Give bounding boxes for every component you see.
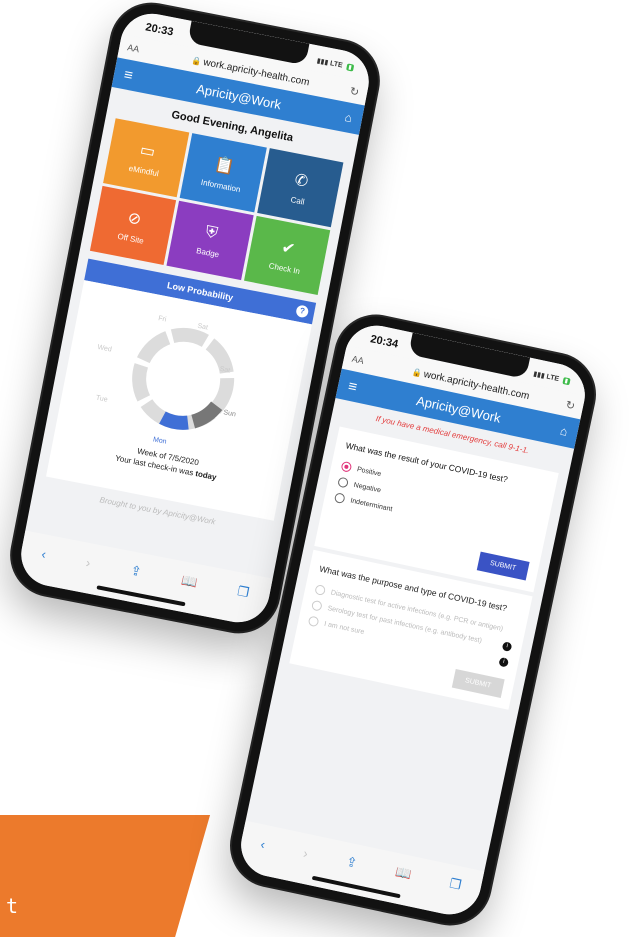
reload-icon[interactable]: ↻ <box>349 84 361 99</box>
day-label-tue: Tue <box>95 394 109 404</box>
weekly-ring <box>132 327 235 430</box>
info-icon[interactable]: i <box>498 656 510 668</box>
radio[interactable] <box>307 615 320 628</box>
phone-icon: ✆ <box>293 171 310 191</box>
network-label: LTE <box>329 60 344 70</box>
signal-icon: ▮▮▮ <box>316 57 329 67</box>
tile-label: Off Site <box>116 231 145 246</box>
lock-icon: 🔒 <box>411 366 423 378</box>
submit-button-disabled[interactable]: SUBMIT <box>451 668 505 698</box>
option-label: I am not sure <box>323 620 365 636</box>
battery-icon: ▮ <box>345 63 355 72</box>
hamburger-menu-icon[interactable]: ≡ <box>123 66 135 84</box>
status-time: 20:34 <box>369 333 400 351</box>
radio[interactable] <box>314 584 327 596</box>
day-label-fri: Fri <box>157 315 167 324</box>
option-label: Positive <box>356 465 382 478</box>
tile-badge[interactable]: ⛨ Badge <box>166 200 254 281</box>
tile-check-in[interactable]: ✔ Check In <box>243 215 331 295</box>
signal-icon: ▮▮▮ <box>532 370 546 380</box>
tile-label: Call <box>290 194 306 207</box>
lock-icon: 🔒 <box>190 55 203 66</box>
tabs-icon[interactable]: ❐ <box>448 876 463 894</box>
no-building-icon: ⊘ <box>126 209 143 229</box>
tile-emindful[interactable]: ▭ eMindful <box>103 118 190 198</box>
bookmarks-icon[interactable]: 📖 <box>394 864 413 883</box>
tile-label: Check In <box>268 260 301 276</box>
battery-icon: ▮ <box>562 376 571 386</box>
tile-call[interactable]: ✆ Call <box>256 148 344 228</box>
check-shield-icon: ✔ <box>280 238 297 259</box>
back-icon[interactable]: ‹ <box>40 546 47 562</box>
forward-icon[interactable]: › <box>85 554 92 570</box>
screenshot-stage: t 20:33 ▮▮▮ LTE ▮ AA 🔒work.apricity-heal… <box>0 0 634 937</box>
tile-label: Information <box>200 177 242 194</box>
tabs-icon[interactable]: ❐ <box>236 583 250 601</box>
status-indicators: ▮▮▮ LTE ▮ <box>316 57 355 72</box>
emindful-icon: ▭ <box>138 141 157 161</box>
submit-button[interactable]: SUBMIT <box>476 551 530 581</box>
bookmarks-icon[interactable]: 📖 <box>180 572 199 591</box>
tile-off-site[interactable]: ⊘ Off Site <box>89 185 177 266</box>
network-label: LTE <box>545 373 560 384</box>
share-icon[interactable]: ⇪ <box>345 854 359 872</box>
text-size-button[interactable]: AA <box>126 42 151 56</box>
radio-selected[interactable] <box>340 460 353 473</box>
status-time: 20:33 <box>144 21 175 39</box>
shield-icon: ⛨ <box>204 223 220 243</box>
home-icon[interactable]: ⌂ <box>559 424 569 439</box>
clipboard-icon: 📋 <box>213 155 236 177</box>
browser-toolbar: ‹ › ⇪ 📖 ❐ <box>235 820 485 921</box>
orange-banner <box>0 815 211 937</box>
tile-label: Badge <box>195 245 220 259</box>
share-icon[interactable]: ⇪ <box>129 562 143 580</box>
tile-information[interactable]: 📋 Information <box>179 133 267 213</box>
browser-toolbar: ‹ › ⇪ 📖 ❐ <box>15 530 273 628</box>
option-label: Negative <box>353 481 382 494</box>
last-checkin-value: today <box>194 469 218 482</box>
reload-icon[interactable]: ↻ <box>565 398 577 413</box>
forward-icon[interactable]: › <box>302 845 309 861</box>
option-label: Indeterminant <box>349 496 394 513</box>
text-size-button[interactable]: AA <box>351 354 377 369</box>
radio[interactable] <box>333 492 346 505</box>
help-icon[interactable]: ? <box>295 304 310 319</box>
home-icon[interactable]: ⌂ <box>344 110 354 125</box>
hamburger-menu-icon[interactable]: ≡ <box>347 377 359 395</box>
info-icon[interactable]: i <box>501 640 513 652</box>
day-label-wed: Wed <box>96 344 113 354</box>
back-icon[interactable]: ‹ <box>259 836 266 852</box>
banner-text: t <box>6 894 19 918</box>
day-label-mon: Mon <box>152 436 168 446</box>
status-indicators: ▮▮▮ LTE ▮ <box>533 370 571 386</box>
radio[interactable] <box>310 599 323 612</box>
tile-label: eMindful <box>128 163 160 178</box>
radio[interactable] <box>337 476 349 489</box>
